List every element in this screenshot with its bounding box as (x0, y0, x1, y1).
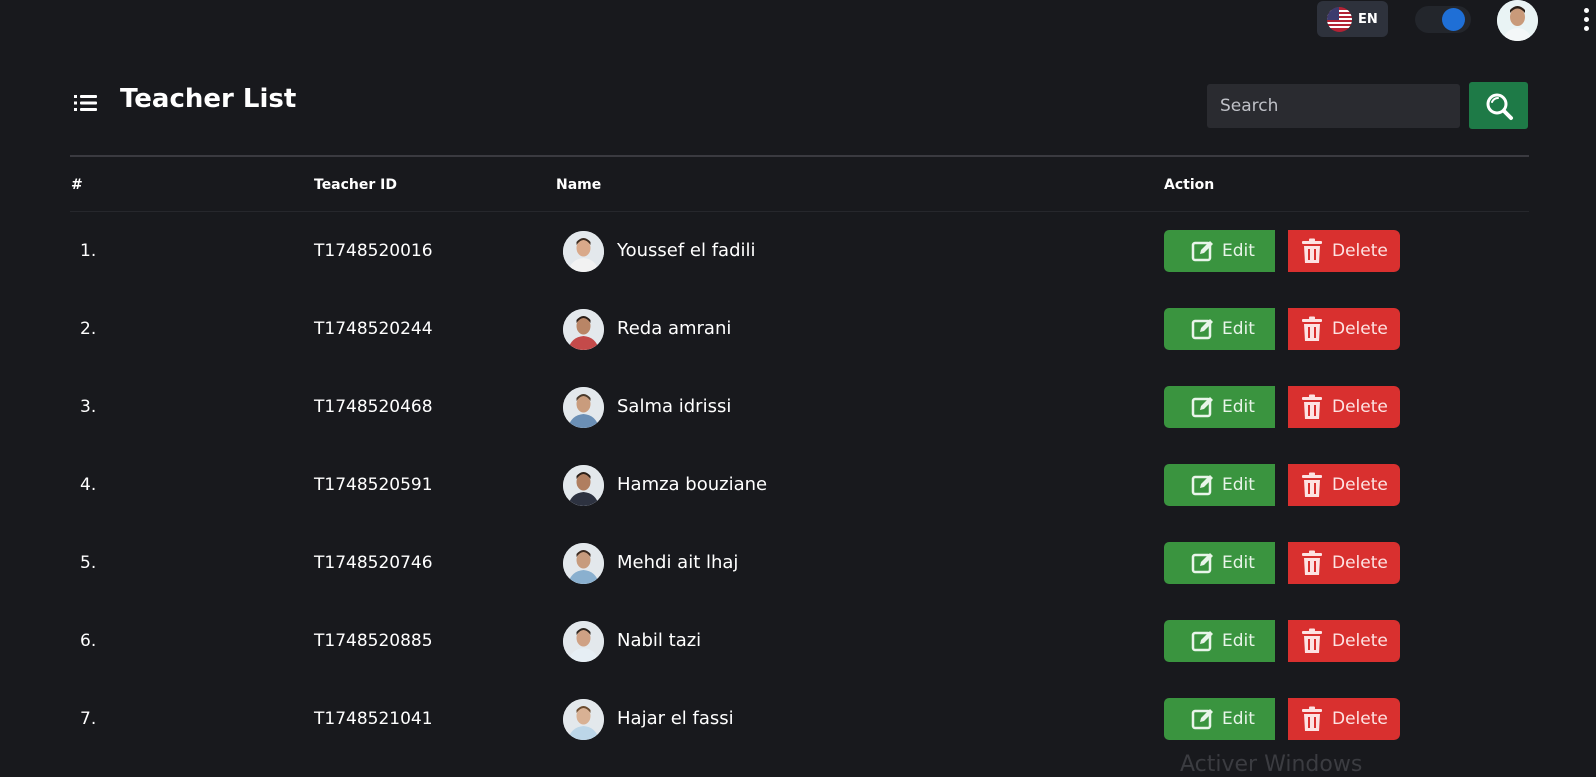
search-icon (1486, 93, 1513, 120)
edit-icon (1191, 709, 1213, 730)
header-divider (70, 155, 1529, 157)
toggle-knob (1442, 8, 1465, 31)
row-number: 6. (80, 631, 97, 651)
teacher-avatar (563, 387, 604, 428)
kebab-menu-icon[interactable] (1582, 8, 1590, 32)
edit-label: Edit (1222, 319, 1255, 339)
delete-label: Delete (1332, 241, 1388, 261)
teacher-name: Hamza bouziane (617, 474, 768, 495)
edit-icon (1191, 553, 1213, 574)
edit-icon (1191, 319, 1213, 340)
list-icon (74, 94, 98, 112)
teacher-id: T1748521041 (314, 709, 433, 729)
delete-label: Delete (1332, 631, 1388, 651)
teacher-avatar (563, 465, 604, 506)
table-row: 3. T1748520468 Salma idrissi Edit Delete (0, 386, 1596, 464)
table-row: 1. T1748520016 Youssef el fadili Edit De… (0, 230, 1596, 308)
teacher-id: T1748520591 (314, 475, 433, 495)
teacher-name: Nabil tazi (617, 630, 702, 651)
table-header-divider (70, 211, 1529, 212)
search-button[interactable] (1469, 82, 1528, 129)
edit-button[interactable]: Edit (1164, 620, 1275, 662)
edit-label: Edit (1222, 631, 1255, 651)
edit-label: Edit (1222, 241, 1255, 261)
teacher-id: T1748520885 (314, 631, 433, 651)
delete-button[interactable]: Delete (1288, 230, 1400, 272)
delete-label: Delete (1332, 397, 1388, 417)
row-number: 4. (80, 475, 97, 495)
table-row: 4. T1748520591 Hamza bouziane Edit Delet… (0, 464, 1596, 542)
row-number: 2. (80, 319, 97, 339)
teacher-id: T1748520244 (314, 319, 433, 339)
teacher-name: Salma idrissi (617, 396, 732, 417)
table-row: 6. T1748520885 Nabil tazi Edit Delete (0, 620, 1596, 698)
edit-label: Edit (1222, 475, 1255, 495)
teacher-id: T1748520016 (314, 241, 433, 261)
delete-button[interactable]: Delete (1288, 308, 1400, 350)
teacher-name: Reda amrani (617, 318, 732, 339)
teacher-name: Mehdi ait lhaj (617, 552, 739, 573)
delete-button[interactable]: Delete (1288, 464, 1400, 506)
user-avatar[interactable] (1497, 0, 1538, 41)
edit-label: Edit (1222, 397, 1255, 417)
teacher-id: T1748520468 (314, 397, 433, 417)
teacher-avatar (563, 621, 604, 662)
trash-icon (1302, 238, 1322, 263)
teacher-name: Hajar el fassi (617, 708, 734, 729)
delete-button[interactable]: Delete (1288, 386, 1400, 428)
edit-button[interactable]: Edit (1164, 464, 1275, 506)
trash-icon (1302, 628, 1322, 653)
edit-icon (1191, 397, 1213, 418)
trash-icon (1302, 394, 1322, 419)
edit-button[interactable]: Edit (1164, 542, 1275, 584)
teacher-avatar (563, 309, 604, 350)
teacher-avatar (563, 231, 604, 272)
delete-button[interactable]: Delete (1288, 698, 1400, 740)
teacher-id: T1748520746 (314, 553, 433, 573)
edit-icon (1191, 631, 1213, 652)
edit-icon (1191, 475, 1213, 496)
edit-label: Edit (1222, 553, 1255, 573)
trash-icon (1302, 472, 1322, 497)
edit-button[interactable]: Edit (1164, 386, 1275, 428)
search-input[interactable] (1207, 84, 1460, 128)
edit-icon (1191, 241, 1213, 262)
teacher-name: Youssef el fadili (617, 240, 756, 261)
delete-button[interactable]: Delete (1288, 542, 1400, 584)
delete-button[interactable]: Delete (1288, 620, 1400, 662)
column-header-teacher-id: Teacher ID (314, 177, 398, 193)
row-number: 7. (80, 709, 97, 729)
trash-icon (1302, 706, 1322, 731)
column-header-action: Action (1164, 177, 1215, 193)
delete-label: Delete (1332, 709, 1388, 729)
trash-icon (1302, 316, 1322, 341)
edit-button[interactable]: Edit (1164, 230, 1275, 272)
delete-label: Delete (1332, 475, 1388, 495)
trash-icon (1302, 550, 1322, 575)
page-title: Teacher List (120, 84, 297, 114)
edit-label: Edit (1222, 709, 1255, 729)
us-flag-icon (1327, 6, 1352, 32)
row-number: 5. (80, 553, 97, 573)
table-row: 5. T1748520746 Mehdi ait lhaj Edit Delet… (0, 542, 1596, 620)
edit-button[interactable]: Edit (1164, 698, 1275, 740)
theme-toggle[interactable] (1415, 6, 1471, 33)
row-number: 3. (80, 397, 97, 417)
edit-button[interactable]: Edit (1164, 308, 1275, 350)
delete-label: Delete (1332, 319, 1388, 339)
table-row: 2. T1748520244 Reda amrani Edit Delete (0, 308, 1596, 386)
delete-label: Delete (1332, 553, 1388, 573)
windows-activation-watermark: Activer Windows (1180, 752, 1363, 777)
row-number: 1. (80, 241, 97, 261)
teacher-avatar (563, 699, 604, 740)
teacher-avatar (563, 543, 604, 584)
column-header-number: # (71, 177, 83, 193)
language-label: EN (1358, 11, 1378, 27)
language-selector[interactable]: EN (1317, 1, 1388, 37)
column-header-name: Name (556, 177, 602, 193)
